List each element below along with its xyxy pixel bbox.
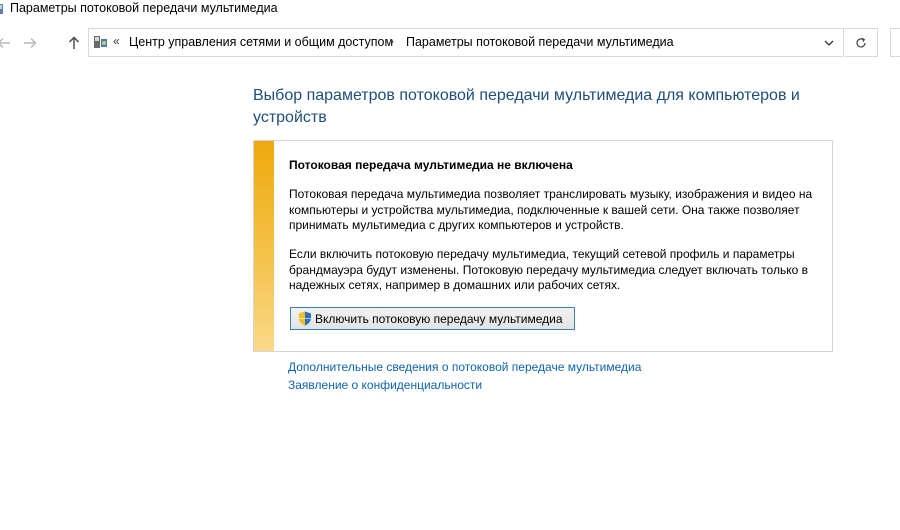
navigation-bar: « Центр управления сетями и общим доступ…	[0, 28, 900, 60]
breadcrumb-separator[interactable]: ›	[390, 34, 394, 48]
breadcrumb-media-streaming[interactable]: Параметры потоковой передачи мультимедиа	[406, 35, 674, 49]
title-bar: Параметры потоковой передачи мультимедиа	[0, 0, 900, 22]
address-bar[interactable]: « Центр управления сетями и общим доступ…	[88, 28, 844, 57]
refresh-button[interactable]	[845, 28, 878, 57]
forward-button[interactable]	[20, 32, 40, 54]
enable-media-streaming-button[interactable]: Включить потоковую передачу мультимедиа	[290, 307, 575, 330]
notice-title: Потоковая передача мультимедиа не включе…	[289, 158, 573, 172]
refresh-icon	[856, 37, 866, 47]
control-panel-icon	[93, 34, 109, 50]
search-input[interactable]	[890, 28, 900, 57]
notice-paragraph-warning: Если включить потоковую передачу мультим…	[289, 247, 808, 292]
streaming-notice-panel: Потоковая передача мультимедиа не включе…	[253, 140, 833, 352]
breadcrumb-overflow[interactable]: «	[113, 34, 120, 48]
back-button[interactable]	[0, 32, 14, 54]
page-heading: Выбор параметров потоковой передачи муль…	[253, 87, 800, 126]
warning-accent-bar	[254, 141, 274, 351]
address-history-dropdown[interactable]	[819, 33, 839, 53]
uac-shield-icon	[299, 311, 311, 326]
arrow-right-icon	[24, 38, 37, 48]
arrow-up-icon	[69, 36, 79, 49]
notice-paragraph-description: Потоковая передача мультимедиа позволяет…	[289, 187, 813, 232]
arrow-left-icon	[0, 38, 10, 48]
window-icon	[0, 2, 4, 14]
up-button[interactable]	[64, 32, 84, 54]
privacy-statement-link[interactable]: Заявление о конфиденциальности	[288, 378, 482, 392]
enable-button-label: Включить потоковую передачу мультимедиа	[315, 311, 563, 326]
chevron-down-icon	[824, 40, 834, 46]
more-info-link[interactable]: Дополнительные сведения о потоковой пере…	[288, 360, 641, 374]
breadcrumb-network-center[interactable]: Центр управления сетями и общим доступом	[129, 35, 393, 49]
window-title: Параметры потоковой передачи мультимедиа	[10, 1, 278, 15]
